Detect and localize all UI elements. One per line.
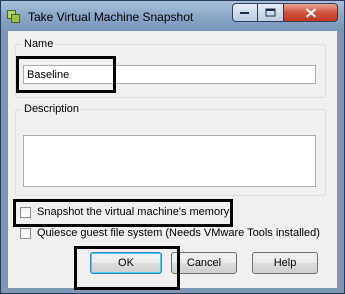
ok-button[interactable]: OK <box>90 252 162 274</box>
quiesce-label: Quiesce guest file system (Needs VMware … <box>37 227 320 239</box>
minimize-icon <box>240 11 249 14</box>
name-label: Name <box>24 38 54 50</box>
snapshot-description-input[interactable] <box>23 135 316 187</box>
snapshot-memory-checkbox[interactable] <box>20 207 31 218</box>
cancel-button[interactable]: Cancel <box>171 252 237 274</box>
snapshot-name-input[interactable] <box>23 65 316 84</box>
snapshot-memory-label: Snapshot the virtual machine's memory <box>37 206 230 218</box>
vm-snapshot-icon <box>7 10 20 23</box>
help-button[interactable]: Help <box>252 252 318 274</box>
quiesce-checkbox[interactable] <box>20 228 31 239</box>
close-button[interactable] <box>284 3 338 22</box>
title-bar[interactable]: Take Virtual Machine Snapshot <box>1 1 344 31</box>
window-title: Take Virtual Machine Snapshot <box>28 10 194 24</box>
maximize-button[interactable] <box>258 3 284 22</box>
maximize-icon <box>265 8 275 16</box>
dialog-body: Name Description Snapshot the virtual ma… <box>8 31 337 288</box>
minimize-button[interactable] <box>232 3 258 22</box>
caption-buttons <box>232 3 340 22</box>
description-label: Description <box>24 103 80 115</box>
close-icon <box>305 7 316 18</box>
snapshot-dialog: Take Virtual Machine Snapshot Name Descr… <box>0 0 345 294</box>
